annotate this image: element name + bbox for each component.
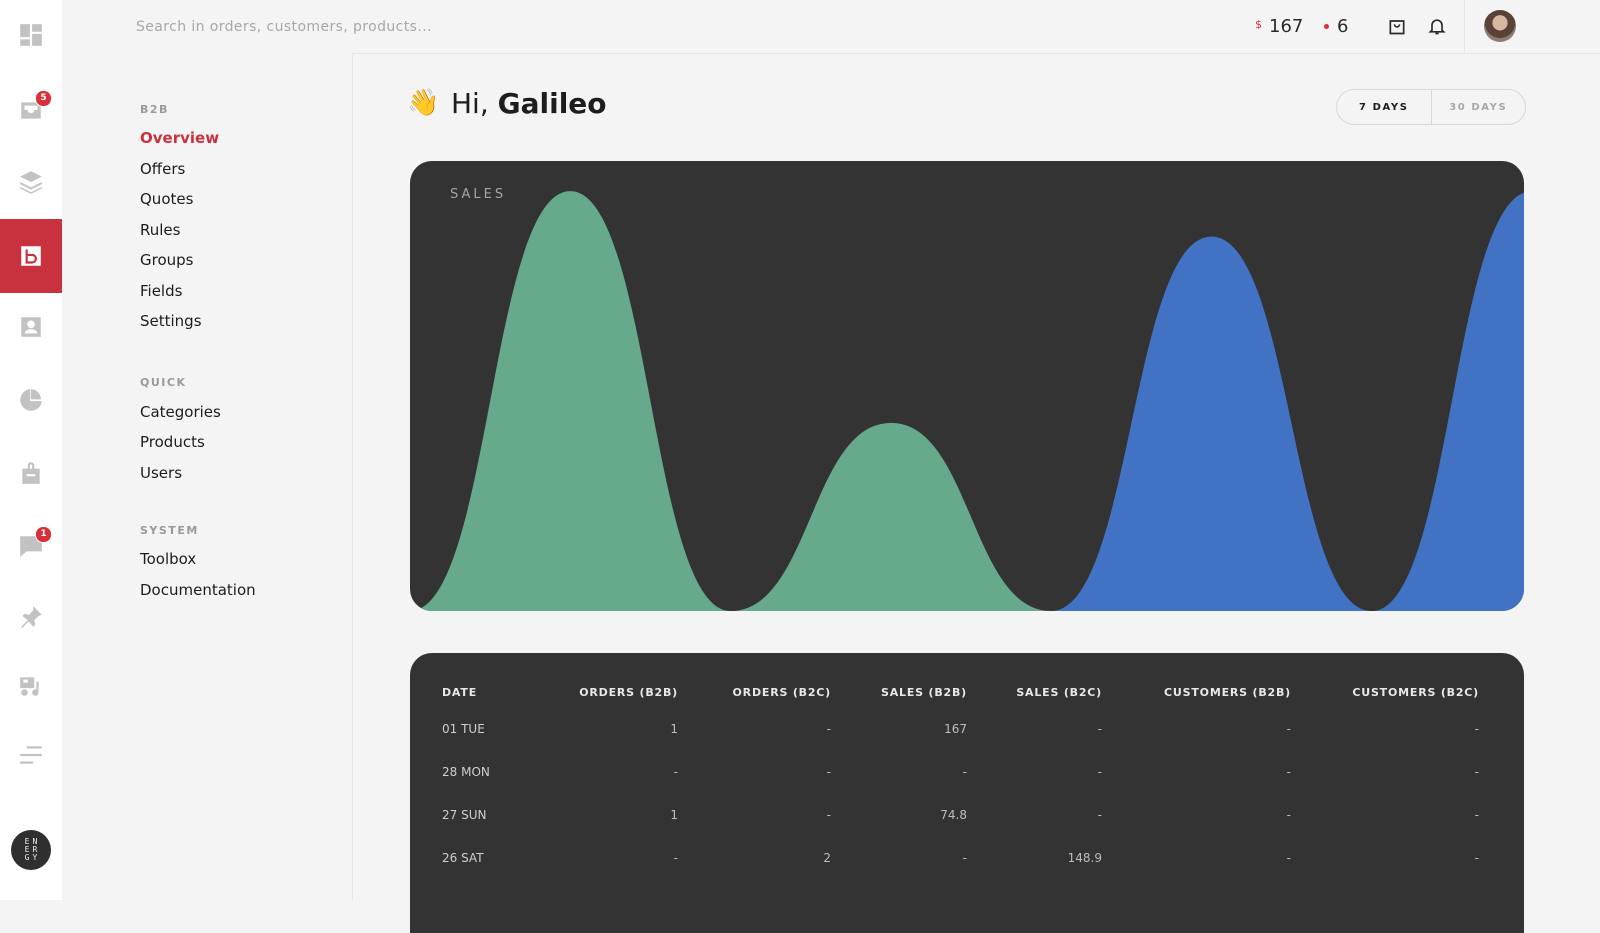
table-cell: 1 (670, 807, 678, 822)
table-cell: - (1474, 764, 1479, 779)
table-cell: - (1286, 850, 1291, 865)
nav-item-overview[interactable]: Overview (140, 129, 219, 147)
pie-chart-icon[interactable] (0, 370, 62, 430)
orders-badge: 5 (35, 90, 52, 107)
nav-item-quotes[interactable]: Quotes (140, 190, 193, 208)
table-row[interactable]: 28 MON - - - - - - (442, 750, 1479, 793)
table-cell: - (826, 807, 831, 822)
topbar-divider (1464, 0, 1465, 53)
messages-icon[interactable]: 1 (0, 516, 62, 576)
table-header-row: DATE ORDERS (B2B) ORDERS (B2C) SALES (B2… (442, 677, 1479, 707)
table-cell: 148.9 (1067, 850, 1102, 865)
nav-item-groups[interactable]: Groups (140, 251, 193, 269)
bell-icon[interactable] (1425, 14, 1449, 38)
orders-value: 6 (1337, 15, 1349, 37)
column-header[interactable]: ORDERS (B2B) (532, 677, 678, 707)
table-row[interactable]: 27 SUN 1 - 74.8 - - - (442, 793, 1479, 836)
revenue-value: 167 (1269, 15, 1304, 37)
messages-badge: 1 (35, 526, 52, 543)
column-header[interactable]: CUSTOMERS (B2C) (1291, 677, 1479, 707)
table-cell: 2 (823, 850, 831, 865)
table-cell: 01 TUE (442, 721, 485, 736)
shopping-bag-icon[interactable] (1385, 14, 1409, 38)
pin-icon[interactable] (0, 587, 62, 647)
table-cell: - (1474, 850, 1479, 865)
table-cell: - (826, 764, 831, 779)
table-cell: - (1097, 807, 1102, 822)
table-cell: - (1097, 764, 1102, 779)
table-cell: 27 SUN (442, 807, 487, 822)
greeting-prefix: Hi, (451, 87, 489, 120)
b2b-app-icon[interactable] (0, 219, 62, 293)
table-row[interactable]: 26 SAT - 2 - 148.9 - - (442, 836, 1479, 879)
nav-item-toolbox[interactable]: Toolbox (140, 550, 196, 568)
sales-area-series-1 (410, 191, 1524, 611)
table-cell: - (1286, 721, 1291, 736)
table-cell: - (962, 850, 967, 865)
page-title: Hi, Galileo (451, 87, 607, 120)
column-header[interactable]: CUSTOMERS (B2B) (1102, 677, 1291, 707)
nav-heading-b2b: B2B (140, 103, 169, 116)
column-header[interactable]: DATE (442, 677, 532, 707)
table-cell: 74.8 (940, 807, 967, 822)
date-range-toggle: 7 DAYS 30 DAYS (1336, 89, 1526, 125)
range-7-days-button[interactable]: 7 DAYS (1337, 90, 1432, 124)
brand-logo[interactable]: ENERGY (11, 830, 51, 870)
avatar[interactable] (1484, 10, 1516, 42)
nav-item-products[interactable]: Products (140, 433, 205, 451)
nav-item-categories[interactable]: Categories (140, 403, 221, 421)
table-cell: - (673, 850, 678, 865)
table-cell: - (1286, 807, 1291, 822)
table-row[interactable]: 01 TUE 1 - 167 - - - (442, 707, 1479, 750)
user-name: Galileo (497, 87, 607, 120)
table-cell: - (1474, 807, 1479, 822)
nav-item-settings[interactable]: Settings (140, 312, 202, 330)
nav-item-offers[interactable]: Offers (140, 160, 185, 178)
layers-icon[interactable] (0, 152, 62, 212)
table-cell: 1 (670, 721, 678, 736)
table-cell: 26 SAT (442, 850, 484, 865)
sales-chart-card: SALES (410, 161, 1524, 611)
nav-item-users[interactable]: Users (140, 464, 182, 482)
table-cell: 167 (944, 721, 967, 736)
search-input[interactable] (134, 14, 738, 40)
daily-stats-table: DATE ORDERS (B2B) ORDERS (B2C) SALES (B2… (442, 677, 1479, 879)
media-icon[interactable] (0, 656, 62, 716)
column-header[interactable]: SALES (B2B) (831, 677, 967, 707)
wave-emoji: 👋 (407, 88, 440, 118)
nav-heading-system: SYSTEM (140, 524, 199, 537)
nav-item-rules[interactable]: Rules (140, 221, 180, 239)
table-cell: - (1286, 764, 1291, 779)
nav-heading-quick: QUICK (140, 376, 187, 389)
icon-rail: 5 1 ENERGY (0, 0, 63, 900)
store-icon[interactable] (0, 443, 62, 503)
sales-chart (410, 191, 1524, 611)
contacts-icon[interactable] (0, 297, 62, 357)
nav-item-fields[interactable]: Fields (140, 282, 182, 300)
table-cell: 28 MON (442, 764, 490, 779)
dashboard-icon[interactable] (0, 5, 62, 65)
table-cell: - (962, 764, 967, 779)
orders-stat: 6 (1324, 14, 1348, 38)
table-cell: - (1474, 721, 1479, 736)
table-cell: - (673, 764, 678, 779)
range-30-days-button[interactable]: 30 DAYS (1432, 90, 1526, 124)
column-header[interactable]: SALES (B2C) (967, 677, 1102, 707)
daily-stats-card: DATE ORDERS (B2B) ORDERS (B2C) SALES (B2… (410, 653, 1524, 933)
table-cell: - (826, 721, 831, 736)
revenue-stat: $ 167 (1255, 14, 1303, 38)
table-cell: - (1097, 721, 1102, 736)
section-nav: B2B Overview Offers Quotes Rules Groups … (62, 53, 353, 900)
brand-logo-text: ENERGY (24, 837, 41, 862)
top-bar: $ 167 6 (62, 0, 1600, 54)
orders-dot-icon (1324, 23, 1329, 29)
orders-inbox-icon[interactable]: 5 (0, 80, 62, 140)
chart-title: SALES (450, 187, 507, 202)
menu-lines-icon[interactable] (0, 725, 62, 785)
column-header[interactable]: ORDERS (B2C) (678, 677, 831, 707)
nav-item-documentation[interactable]: Documentation (140, 581, 256, 599)
currency-symbol: $ (1255, 17, 1262, 31)
